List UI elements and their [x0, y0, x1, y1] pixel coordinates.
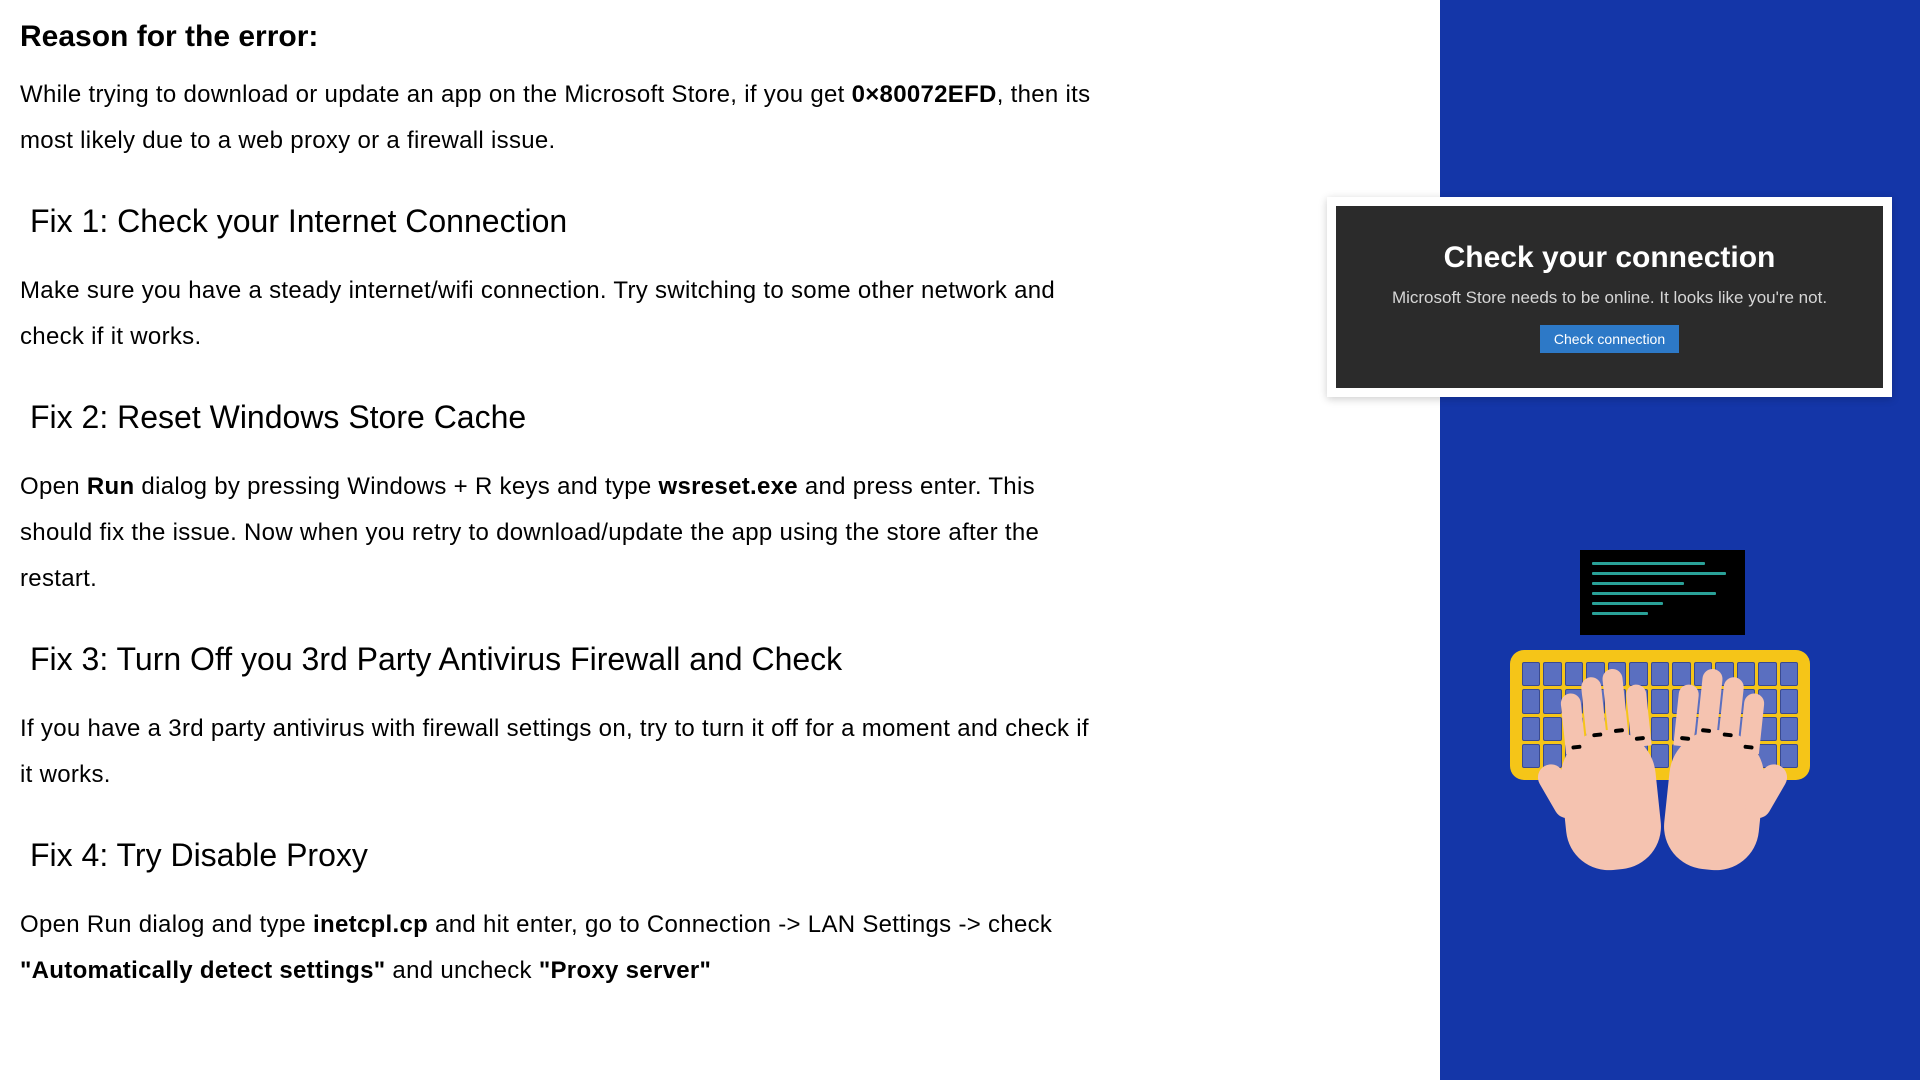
fix-heading-1: Fix 1: Check your Internet Connection [30, 203, 1100, 240]
connection-card-subtitle: Microsoft Store needs to be online. It l… [1392, 285, 1827, 311]
reason-text-before: While trying to download or update an ap… [20, 81, 852, 108]
terminal-icon [1580, 550, 1745, 635]
article-body: Reason for the error: While trying to do… [0, 0, 1100, 994]
text-fragment: Open Run dialog and type [20, 911, 313, 938]
text-fragment: inetcpl.cp [313, 911, 428, 938]
text-fragment: dialog by pressing Windows + R keys and … [134, 473, 658, 500]
fix-body-2: Open Run dialog by pressing Windows + R … [20, 464, 1100, 601]
text-fragment: If you have a 3rd party antivirus with f… [20, 715, 1089, 788]
fix-heading-2: Fix 2: Reset Windows Store Cache [30, 399, 1100, 436]
fix-heading-4: Fix 4: Try Disable Proxy [30, 837, 1100, 874]
text-fragment: "Automatically detect settings" [20, 957, 385, 984]
text-fragment: Make sure you have a steady internet/wif… [20, 277, 1055, 350]
reason-text: While trying to download or update an ap… [20, 72, 1100, 163]
check-connection-button[interactable]: Check connection [1540, 325, 1679, 353]
text-fragment: wsreset.exe [659, 473, 798, 500]
fix-body-1: Make sure you have a steady internet/wif… [20, 268, 1100, 359]
right-hand-icon [1650, 665, 1785, 876]
fix-body-3: If you have a 3rd party antivirus with f… [20, 706, 1100, 797]
text-fragment: Open [20, 473, 87, 500]
text-fragment: Run [87, 473, 135, 500]
sidebar-blue-panel [1440, 0, 1920, 1080]
check-connection-inner: Check your connection Microsoft Store ne… [1336, 206, 1883, 388]
fix-body-4: Open Run dialog and type inetcpl.cp and … [20, 902, 1100, 993]
text-fragment: "Proxy server" [539, 957, 711, 984]
fix-heading-3: Fix 3: Turn Off you 3rd Party Antivirus … [30, 641, 1100, 678]
check-connection-card: Check your connection Microsoft Store ne… [1327, 197, 1892, 397]
reason-heading: Reason for the error: [20, 20, 1100, 54]
error-code: 0×80072EFD [852, 81, 997, 108]
text-fragment: and hit enter, go to Connection -> LAN S… [428, 911, 1052, 938]
text-fragment: and uncheck [385, 957, 538, 984]
connection-card-title: Check your connection [1444, 241, 1776, 275]
typing-illustration [1510, 550, 1810, 890]
